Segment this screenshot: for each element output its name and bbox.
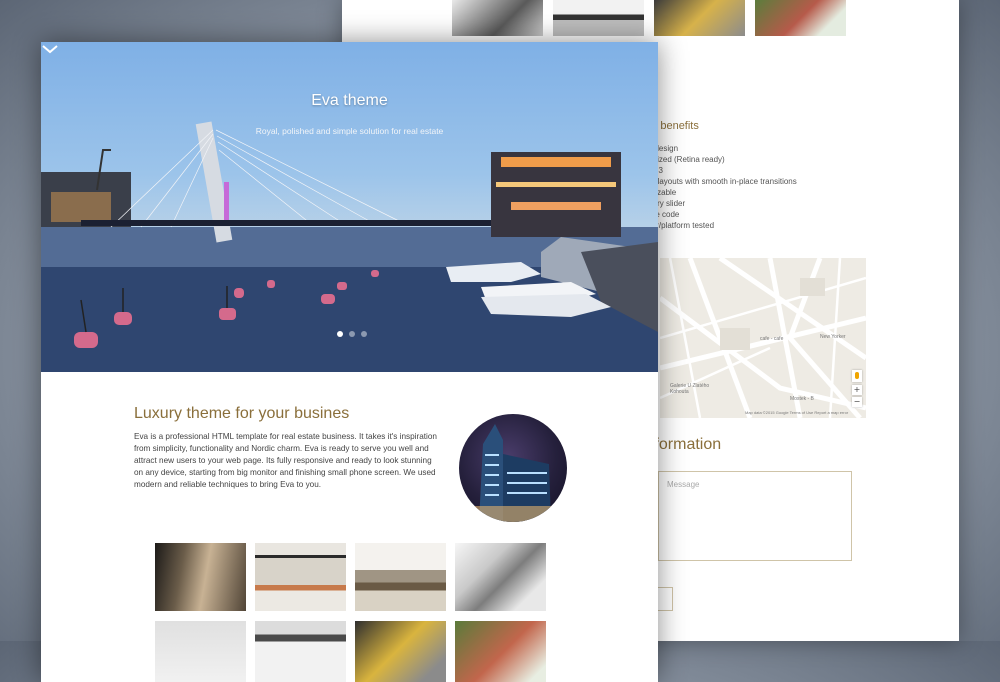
hero-slider[interactable]: Eva theme Royal, polished and simple sol… xyxy=(41,42,658,372)
hero-title: Eva theme xyxy=(311,92,388,109)
section-title: Luxury theme for your busines xyxy=(134,405,350,422)
benefit-item: age layouts with smooth in-place transit… xyxy=(642,177,797,186)
slider-dot[interactable] xyxy=(349,331,355,337)
gallery-thumb[interactable] xyxy=(755,0,846,36)
front-page-preview: Eva theme Royal, polished and simple sol… xyxy=(41,42,658,682)
map-label: Mostek - B xyxy=(790,396,814,402)
gallery-thumb[interactable] xyxy=(654,0,745,36)
benefit-item: ive design xyxy=(642,144,679,153)
back-gallery-row xyxy=(452,0,846,36)
hero-subtitle: Royal, polished and simple solution for … xyxy=(255,126,444,136)
map-label: New Yorker xyxy=(820,334,846,340)
benefit-item: CSS3 xyxy=(642,165,797,176)
gallery-thumb[interactable] xyxy=(455,621,546,682)
gallery-thumb[interactable] xyxy=(355,543,446,611)
slider-dot[interactable] xyxy=(361,331,367,337)
gallery-thumb[interactable] xyxy=(155,621,246,682)
send-button[interactable] xyxy=(658,587,673,611)
location-map[interactable]: cafe - cafe New Yorker Galerie U Zlatého… xyxy=(660,258,866,418)
slider-dot[interactable] xyxy=(337,331,343,337)
gallery-grid xyxy=(155,543,547,682)
map-footer: Map data ©2015 Google Terms of Use Repor… xyxy=(745,410,849,415)
pegman-icon[interactable] xyxy=(852,370,862,382)
map-label: cafe - cafe xyxy=(760,336,784,342)
minus-icon[interactable]: − xyxy=(852,397,862,407)
gallery-thumb[interactable] xyxy=(255,543,346,611)
plus-icon[interactable]: + xyxy=(852,385,862,395)
benefit-item: Query slider xyxy=(642,199,686,208)
gallery-thumb[interactable] xyxy=(155,543,246,611)
message-textarea[interactable]: Message xyxy=(658,471,852,561)
gallery-thumb[interactable] xyxy=(455,543,546,611)
gallery-thumb[interactable] xyxy=(255,621,346,682)
gallery-thumb[interactable] xyxy=(452,0,543,36)
gallery-thumb[interactable] xyxy=(355,621,446,682)
map-label: Galerie U Zlatého Kohouta xyxy=(670,383,710,395)
section-text: Eva is a professional HTML template for … xyxy=(134,432,437,489)
benefit-item: ptimized (Retina ready) xyxy=(642,155,725,164)
building-photo xyxy=(459,414,567,522)
benefit-item: eade code xyxy=(642,210,680,219)
benefit-item: tomizable xyxy=(642,188,677,197)
gallery-thumb[interactable] xyxy=(553,0,644,36)
benefit-item: wser/platform tested xyxy=(642,221,715,230)
slider-dots xyxy=(337,331,367,337)
chevron-down-icon[interactable] xyxy=(41,42,59,56)
benefits-list: ive design ptimized (Retina ready) CSS3 … xyxy=(642,143,797,231)
